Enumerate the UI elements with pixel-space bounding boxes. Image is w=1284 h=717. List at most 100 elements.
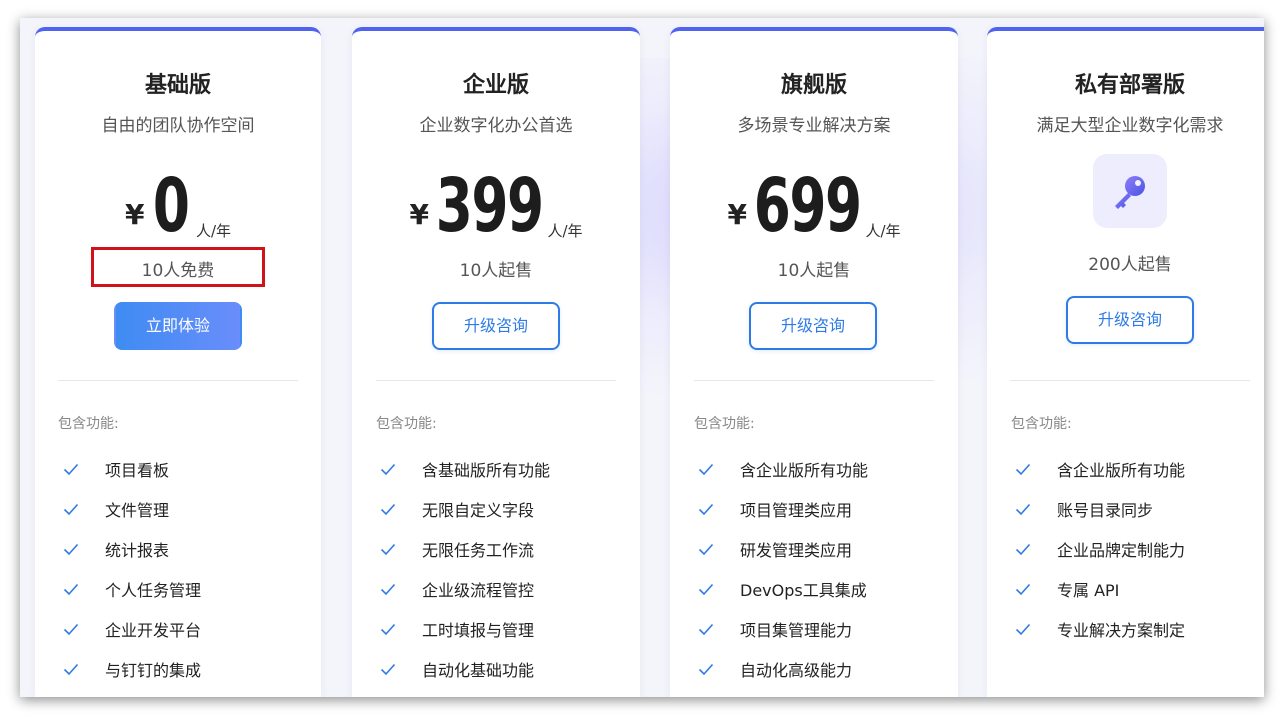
check-icon (1015, 543, 1031, 556)
currency-symbol: ¥ (727, 198, 747, 231)
feature-item: 企业开发平台 (63, 609, 201, 649)
seat-info: 10人起售 (459, 261, 533, 281)
upgrade-consult-button[interactable]: 升级咨询 (432, 302, 560, 350)
feature-text: 自动化高级能力 (740, 661, 853, 680)
check-icon (380, 503, 396, 516)
seat-info: 200人起售 (1088, 255, 1172, 275)
feature-text: 无限任务工作流 (422, 541, 535, 560)
feature-item: 统计报表 (63, 529, 201, 569)
feature-item: DevOps工具集成 (698, 569, 868, 609)
features-label: 包含功能: (58, 416, 119, 432)
feature-text: 个人任务管理 (105, 581, 202, 600)
plan-title: 私有部署版 (1074, 73, 1185, 98)
divider (694, 380, 934, 381)
check-icon (698, 623, 714, 636)
feature-list: 项目看板 文件管理 统计报表 个人任务管理 企业开发平台 与钉钉的集成 (63, 449, 201, 689)
plan-title: 企业版 (462, 73, 529, 98)
price-unit: 人/年 (547, 222, 583, 240)
feature-text: 专属 API (1057, 581, 1120, 600)
check-icon (698, 503, 714, 516)
price-amount: 699 (753, 163, 862, 249)
check-icon (1015, 583, 1031, 596)
plan-tagline: 多场景专业解决方案 (737, 116, 891, 136)
feature-item: 文件管理 (63, 489, 201, 529)
feature-item: 无限自定义字段 (380, 489, 550, 529)
feature-item: 自动化基础功能 (380, 649, 550, 689)
feature-text: 账号目录同步 (1057, 501, 1154, 520)
divider (58, 380, 298, 381)
feature-item: 专业解决方案制定 (1015, 609, 1185, 649)
currency-symbol: ¥ (124, 198, 145, 231)
plan-tagline: 自由的团队协作空间 (101, 116, 255, 136)
check-icon (63, 463, 79, 476)
feature-text: 企业级流程管控 (422, 581, 535, 600)
plan-card-enterprise: 企业版 企业数字化办公首选 ¥399 人/年 10人起售 升级咨询 包含功能: 含… (352, 27, 640, 697)
check-icon (698, 543, 714, 556)
check-icon (380, 543, 396, 556)
price-amount: 399 (435, 163, 544, 249)
price-row: ¥399 人/年 (352, 169, 640, 245)
features-label: 包含功能: (376, 416, 437, 432)
check-icon (1015, 503, 1031, 516)
plan-title: 基础版 (144, 73, 211, 98)
feature-item: 个人任务管理 (63, 569, 201, 609)
price-unit: 人/年 (195, 222, 232, 240)
feature-text: 企业开发平台 (105, 621, 202, 640)
feature-item: 项目集管理能力 (698, 609, 868, 649)
try-now-button[interactable]: 立即体验 (114, 302, 242, 350)
plan-card-flagship: 旗舰版 多场景专业解决方案 ¥699 人/年 10人起售 升级咨询 包含功能: 含… (670, 27, 958, 697)
feature-item: 研发管理类应用 (698, 529, 868, 569)
plan-tagline: 满足大型企业数字化需求 (1036, 116, 1224, 136)
feature-text: 统计报表 (105, 541, 170, 560)
feature-text: 与钉钉的集成 (105, 661, 202, 680)
price-unit: 人/年 (865, 222, 901, 240)
feature-item: 含企业版所有功能 (698, 449, 868, 489)
currency-symbol: ¥ (409, 198, 429, 231)
check-icon (1015, 463, 1031, 476)
feature-item: 项目看板 (63, 449, 201, 489)
key-icon-tile (1093, 154, 1167, 228)
divider (1010, 380, 1250, 381)
check-icon (63, 623, 79, 636)
seat-info: 10人起售 (777, 261, 851, 281)
feature-text: 含企业版所有功能 (740, 461, 869, 480)
feature-text: 企业品牌定制能力 (1057, 541, 1186, 560)
feature-text: 自动化基础功能 (422, 661, 535, 680)
feature-text: 文件管理 (105, 501, 170, 520)
check-icon (1015, 623, 1031, 636)
feature-text: 工时填报与管理 (422, 621, 535, 640)
check-icon (380, 623, 396, 636)
feature-item: 专属 API (1015, 569, 1185, 609)
pricing-window: 基础版 自由的团队协作空间 ¥0 人/年 10人免费 立即体验 包含功能: 项目看… (20, 18, 1264, 697)
upgrade-consult-button[interactable]: 升级咨询 (1066, 296, 1194, 344)
feature-item: 自动化高级能力 (698, 649, 868, 689)
key-icon (1115, 176, 1145, 209)
price-row: ¥0 人/年 (35, 169, 321, 245)
price-row: ¥699 人/年 (670, 169, 958, 245)
feature-item: 与钉钉的集成 (63, 649, 201, 689)
feature-text: 研发管理类应用 (740, 541, 853, 560)
features-label: 包含功能: (694, 416, 755, 432)
plan-tagline: 企业数字化办公首选 (419, 116, 573, 136)
feature-text: DevOps工具集成 (740, 581, 867, 600)
feature-text: 专业解决方案制定 (1057, 621, 1186, 640)
feature-list: 含企业版所有功能 账号目录同步 企业品牌定制能力 专属 API 专业解决方案制定 (1015, 449, 1185, 649)
feature-item: 含基础版所有功能 (380, 449, 550, 489)
check-icon (63, 663, 79, 676)
check-icon (380, 583, 396, 596)
upgrade-consult-button[interactable]: 升级咨询 (749, 302, 877, 350)
check-icon (698, 583, 714, 596)
feature-item: 项目管理类应用 (698, 489, 868, 529)
plan-title: 旗舰版 (780, 73, 847, 98)
check-icon (380, 663, 396, 676)
check-icon (698, 663, 714, 676)
feature-item: 企业品牌定制能力 (1015, 529, 1185, 569)
feature-text: 无限自定义字段 (422, 501, 535, 520)
features-label: 包含功能: (1011, 416, 1072, 432)
check-icon (63, 503, 79, 516)
feature-list: 含企业版所有功能 项目管理类应用 研发管理类应用 DevOps工具集成 项目集管… (698, 449, 868, 689)
check-icon (63, 543, 79, 556)
feature-item: 工时填报与管理 (380, 609, 550, 649)
feature-item: 账号目录同步 (1015, 489, 1185, 529)
feature-text: 项目管理类应用 (740, 501, 853, 520)
